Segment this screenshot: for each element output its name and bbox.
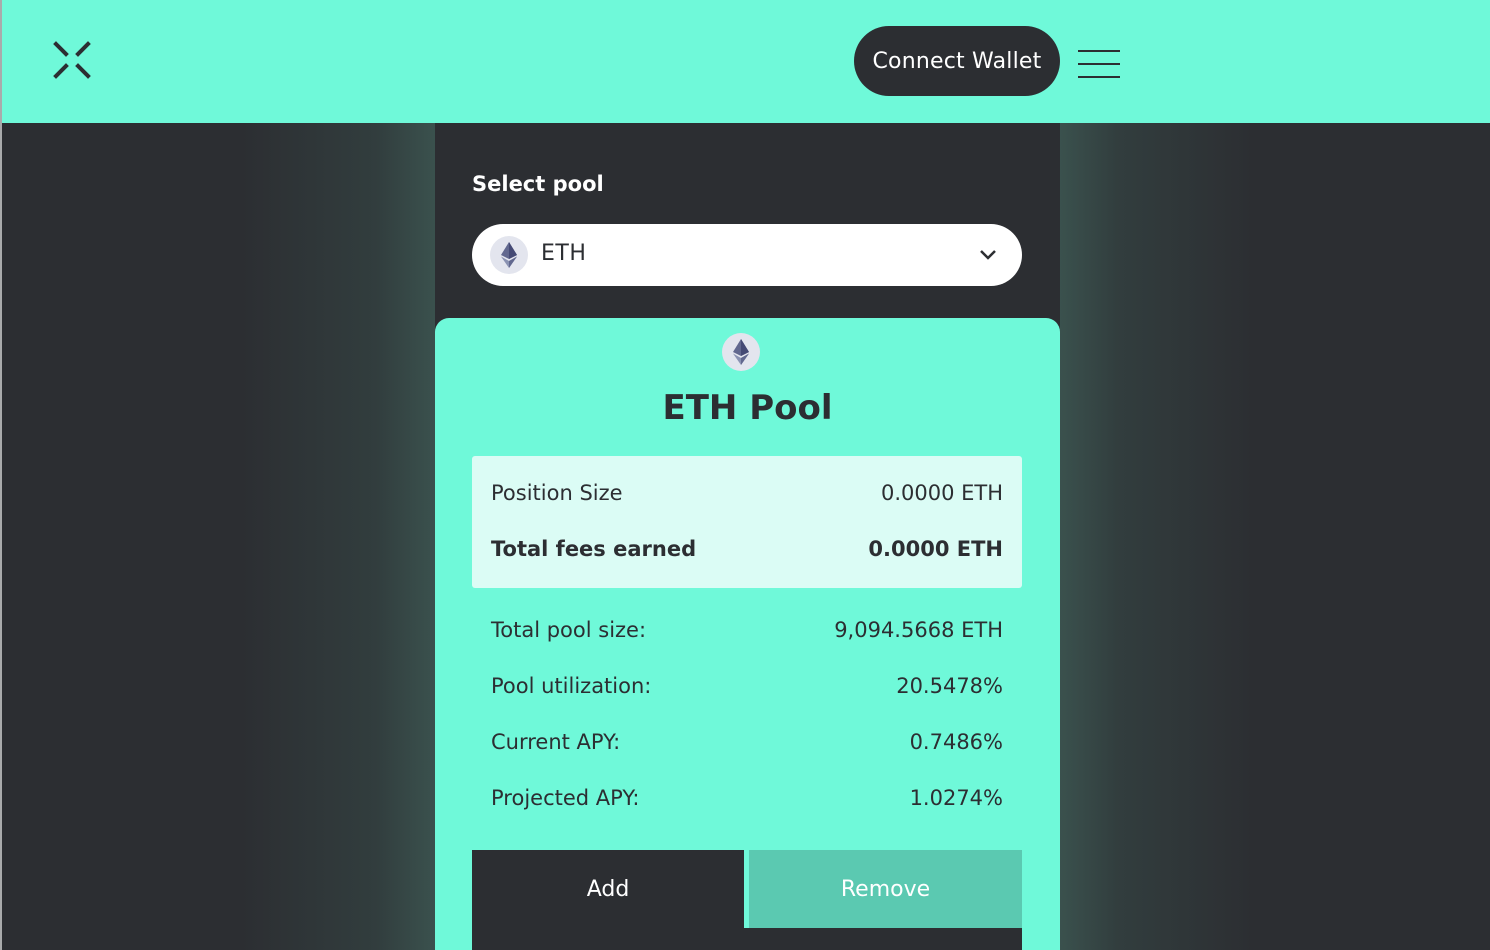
stat-label: Pool utilization: [491, 674, 652, 698]
position-size-label: Position Size [491, 481, 623, 505]
eth-icon [490, 236, 528, 274]
liquidity-tabs: Add Remove [472, 850, 1022, 950]
fees-earned-row: Total fees earned 0.0000 ETH [491, 537, 1003, 561]
stat-value: 0.7486% [909, 730, 1003, 754]
select-pool-label: Select pool [472, 172, 604, 196]
fees-earned-value: 0.0000 ETH [868, 537, 1003, 561]
eth-icon [722, 333, 760, 371]
x-logo-icon[interactable] [52, 41, 92, 79]
stat-value: 20.5478% [896, 674, 1003, 698]
tab-remove[interactable]: Remove [749, 850, 1022, 928]
stat-row-pool-utilization: Pool utilization: 20.5478% [491, 674, 1003, 698]
stat-value: 1.0274% [909, 786, 1003, 810]
header-bar: Connect Wallet [2, 0, 1490, 123]
stat-row-projected-apy: Projected APY: 1.0274% [491, 786, 1003, 810]
background-glow-left [240, 123, 435, 950]
chevron-down-icon [976, 247, 1000, 263]
window-edge [0, 0, 2, 950]
position-size-row: Position Size 0.0000 ETH [491, 481, 1003, 505]
position-size-value: 0.0000 ETH [880, 481, 1003, 505]
stat-label: Total pool size: [491, 618, 647, 642]
tab-add-label: Add [586, 877, 630, 902]
tab-panel [472, 928, 1022, 950]
pool-card: ETH Pool Position Size 0.0000 ETH Total … [435, 318, 1060, 950]
fees-earned-label: Total fees earned [491, 537, 697, 561]
pool-title: ETH Pool [662, 388, 833, 428]
pool-select-dropdown[interactable]: ETH [472, 224, 1022, 286]
stat-label: Projected APY: [491, 786, 640, 810]
selected-pool-value: ETH [541, 241, 587, 266]
tab-remove-label: Remove [840, 876, 931, 902]
stat-row-current-apy: Current APY: 0.7486% [491, 730, 1003, 754]
connect-wallet-button[interactable]: Connect Wallet [854, 26, 1060, 96]
stat-row-total-pool-size: Total pool size: 9,094.5668 ETH [491, 618, 1003, 642]
stat-label: Current APY: [491, 730, 621, 754]
background-glow-right [1060, 123, 1255, 950]
hamburger-menu-icon[interactable] [1078, 50, 1120, 82]
position-summary: Position Size 0.0000 ETH Total fees earn… [472, 456, 1022, 588]
stat-value: 9,094.5668 ETH [834, 618, 1003, 642]
